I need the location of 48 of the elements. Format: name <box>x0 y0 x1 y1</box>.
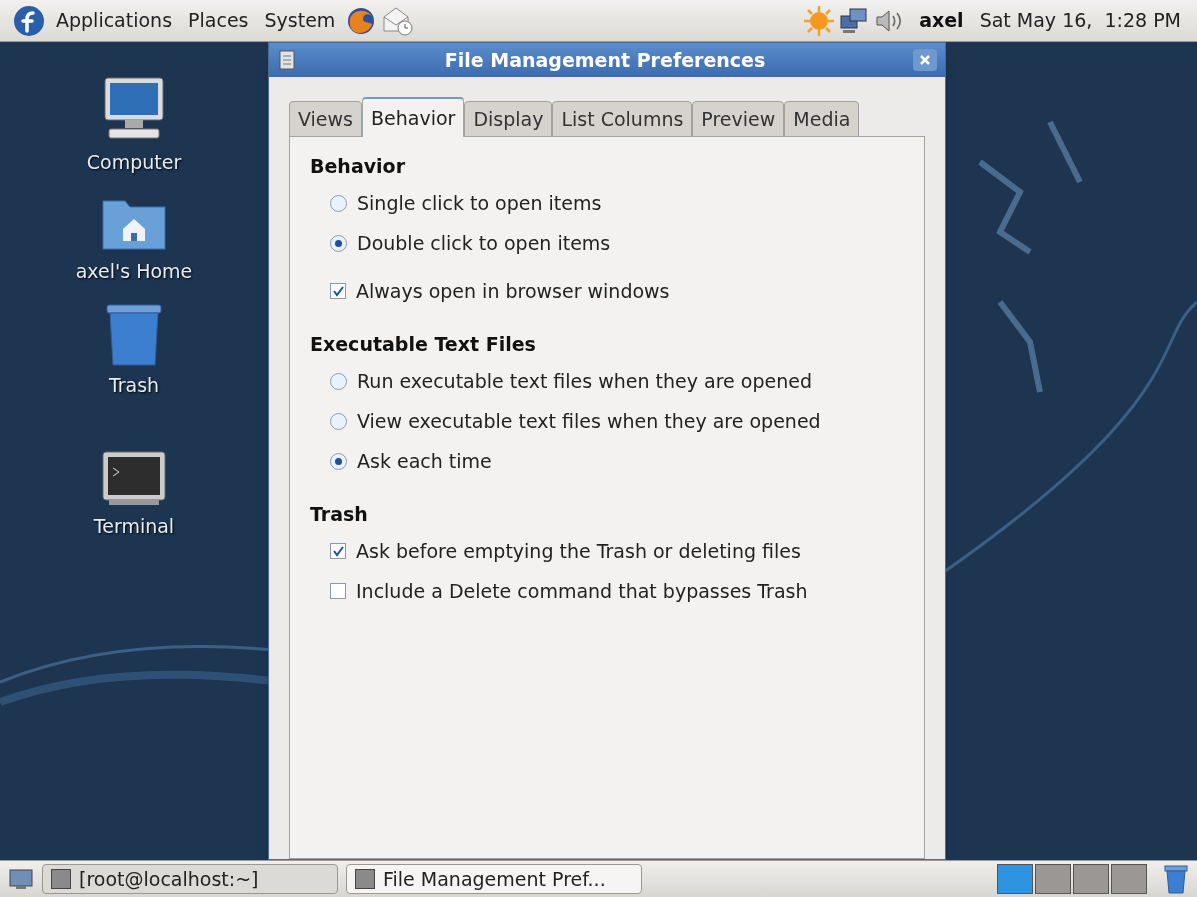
section-heading: Executable Text Files <box>310 331 537 357</box>
checkbox[interactable] <box>330 583 346 599</box>
window-menu-icon[interactable] <box>277 49 297 71</box>
radio-button[interactable] <box>330 452 347 470</box>
panel-menu[interactable]: Places <box>182 6 255 35</box>
tab[interactable]: Views <box>289 101 362 137</box>
option-label[interactable]: Include a Delete command that bypasses Trash <box>356 576 808 606</box>
close-button[interactable] <box>913 49 937 71</box>
clock[interactable]: Sat May 16, 1:28 PM <box>979 6 1185 35</box>
checkbox[interactable] <box>330 543 346 559</box>
network-computers-icon[interactable] <box>839 5 870 36</box>
desktop-icon-label[interactable]: Computer <box>86 148 182 177</box>
taskbar-button[interactable]: [root@localhost:~] <box>42 864 338 894</box>
fedora-logo-icon[interactable] <box>12 3 46 38</box>
close-icon <box>919 54 931 66</box>
workspace-switcher-cell[interactable] <box>1111 864 1147 894</box>
section-heading: Trash <box>310 501 369 527</box>
tab[interactable]: Preview <box>692 101 785 137</box>
taskbar-button[interactable]: File Management Pref... <box>346 864 642 894</box>
option-label[interactable]: Single click to open items <box>357 188 602 218</box>
user-name[interactable]: axel <box>907 6 976 35</box>
desktop-icon-label[interactable]: Trash <box>108 371 160 400</box>
option-label[interactable]: View executable text files when they are opened <box>357 406 821 436</box>
panel-menu[interactable]: System <box>258 6 342 35</box>
radio-button[interactable] <box>330 372 347 390</box>
checkbox[interactable] <box>330 283 346 299</box>
panel-menu[interactable]: Applications <box>50 6 179 35</box>
tab[interactable]: Display <box>464 101 553 137</box>
tab[interactable]: Media <box>784 101 860 137</box>
window-title: File Management Preferences <box>443 47 767 73</box>
workspace-switcher-cell[interactable] <box>997 864 1033 894</box>
radio-button[interactable] <box>330 412 347 430</box>
option-label[interactable]: Always open in browser windows <box>356 276 670 306</box>
option-label[interactable]: Run executable text files when they are opened <box>357 366 812 396</box>
tab[interactable]: Behavior <box>362 97 465 137</box>
desktop-icon-label[interactable]: Terminal <box>93 511 175 540</box>
workspace-switcher-cell[interactable] <box>1073 864 1109 894</box>
workspace-switcher-cell[interactable] <box>1035 864 1071 894</box>
section-heading: Behavior <box>310 153 407 179</box>
radio-button[interactable] <box>330 234 347 252</box>
desktop-icon[interactable] <box>8 867 34 891</box>
option-label[interactable]: Ask each time <box>357 446 492 476</box>
option-label[interactable]: Ask before emptying the Trash or deleting files <box>356 536 801 566</box>
option-label[interactable]: Double click to open items <box>357 228 611 258</box>
radio-button[interactable] <box>330 194 347 212</box>
trash-icon[interactable] <box>1163 864 1189 894</box>
desktop-icon-label[interactable]: axel's Home <box>75 256 193 285</box>
tab[interactable]: List Columns <box>552 101 693 137</box>
